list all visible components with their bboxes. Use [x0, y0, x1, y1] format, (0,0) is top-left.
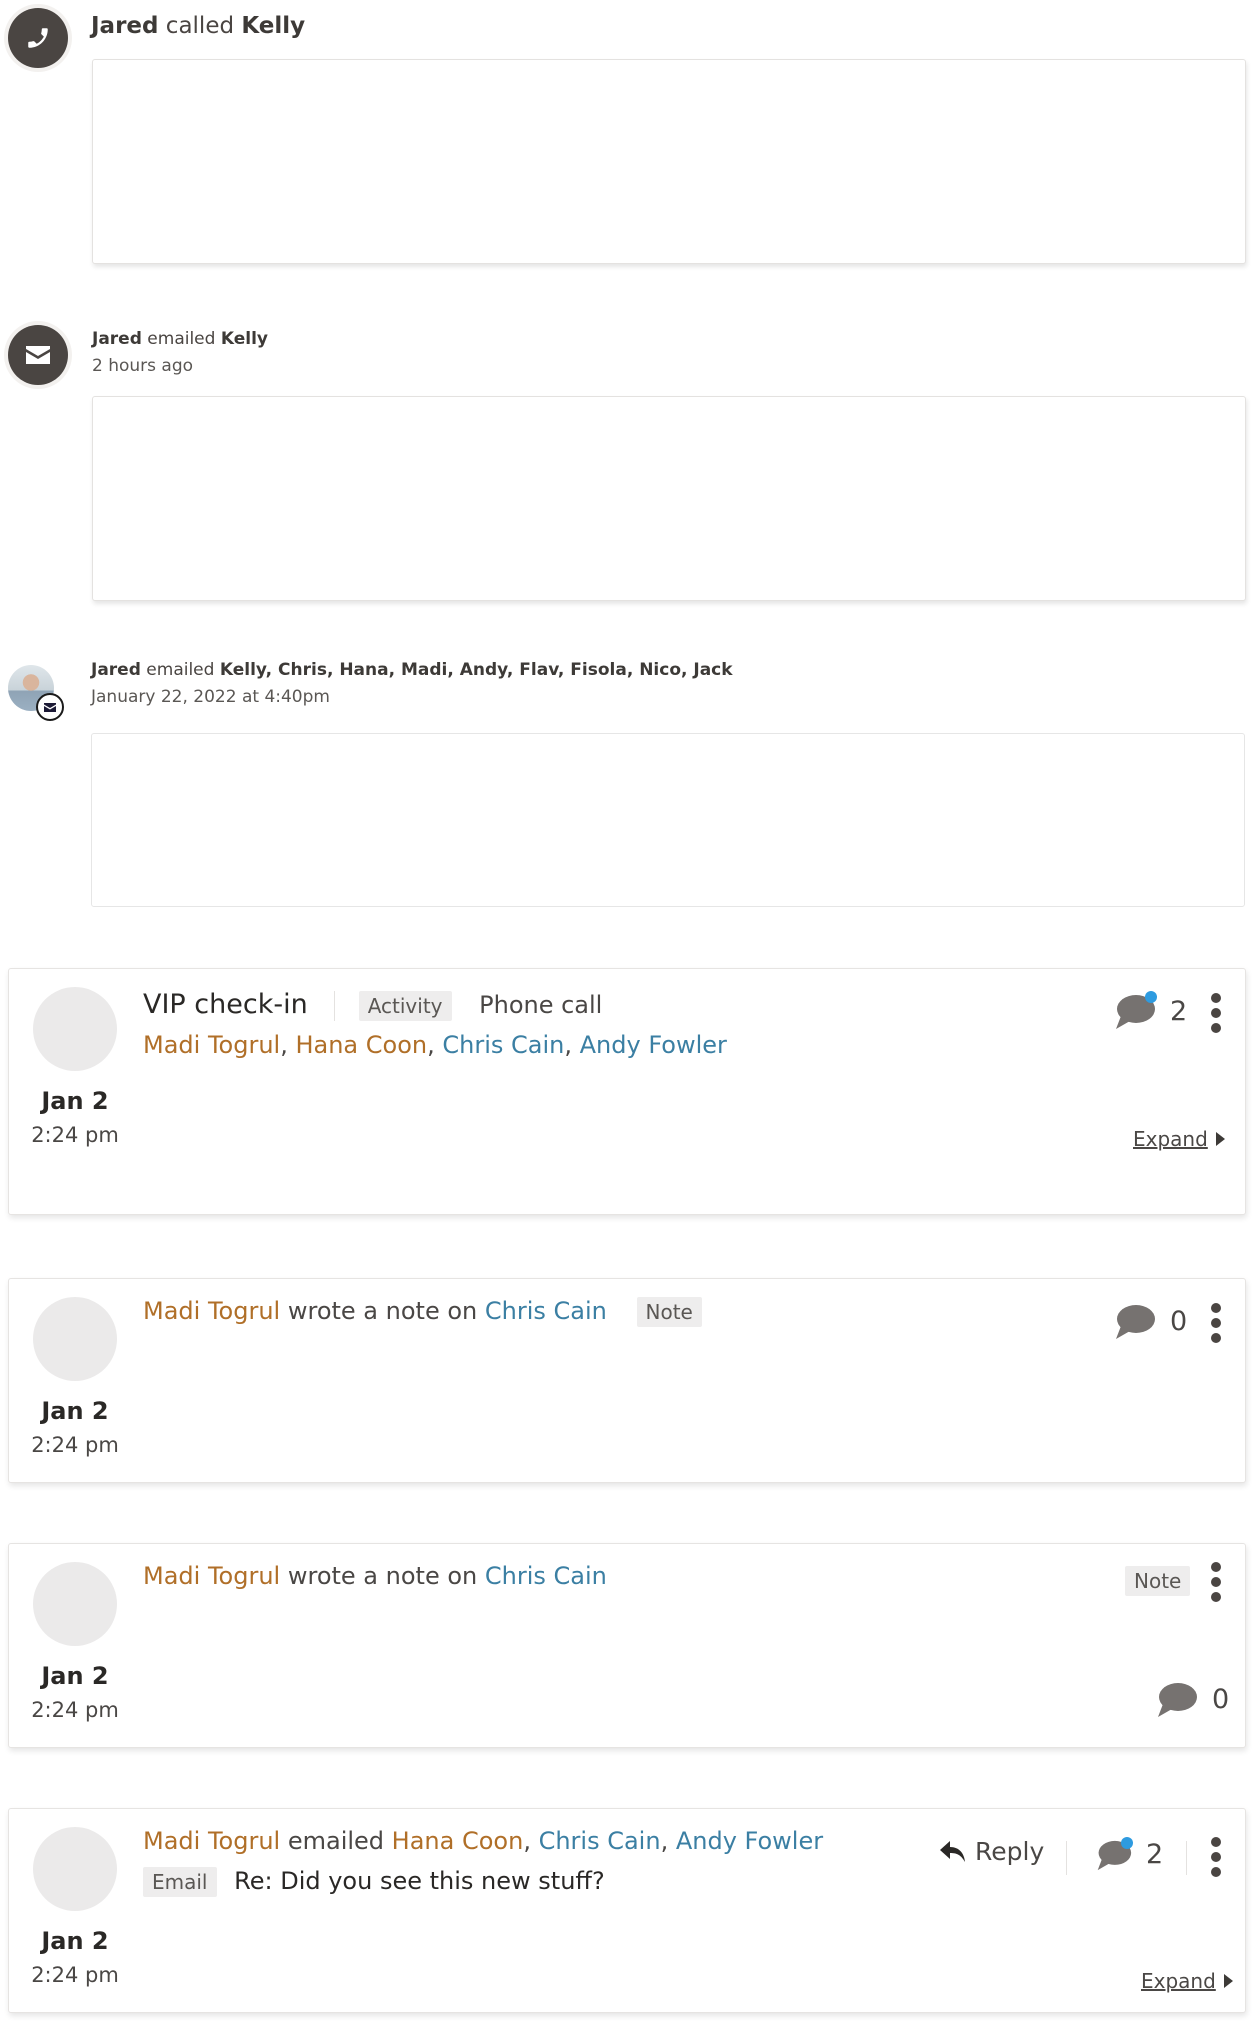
- more-options-icon[interactable]: [1209, 1303, 1223, 1343]
- caret-right-icon: [1215, 1132, 1225, 1146]
- comment-count: 0: [1170, 1305, 1188, 1337]
- author-link[interactable]: Madi Togrul: [143, 1562, 280, 1590]
- email-subject[interactable]: Re: Did you see this new stuff?: [234, 1867, 605, 1895]
- comment-bubble-icon: [1096, 1836, 1133, 1870]
- recipient-names[interactable]: Kelly, Chris, Hana, Madi, Andy, Flav, Fi…: [220, 660, 733, 680]
- expand-link[interactable]: Expand: [1141, 1969, 1233, 1993]
- participant-link[interactable]: Madi Togrul: [143, 1031, 280, 1059]
- action-verb: emailed: [147, 329, 216, 349]
- card-time: 2:24 pm: [31, 1698, 119, 1722]
- author-link[interactable]: Madi Togrul: [143, 1297, 280, 1325]
- divider: [333, 991, 335, 1021]
- card-header: VIP check-in Activity Phone call: [143, 989, 602, 1021]
- timestamp: January 22, 2022 at 4:40pm: [91, 687, 330, 707]
- avatar: [33, 1827, 117, 1911]
- card-time: 2:24 pm: [31, 1433, 119, 1457]
- author-link[interactable]: Madi Togrul: [143, 1827, 280, 1855]
- activity-subtype: Phone call: [479, 991, 603, 1019]
- phone-icon: [8, 8, 68, 68]
- actor-name[interactable]: Jared: [92, 329, 142, 349]
- actor-name[interactable]: Jared: [91, 13, 158, 39]
- recipient-link[interactable]: Andy Fowler: [676, 1827, 823, 1855]
- divider: [1066, 1841, 1067, 1875]
- unread-dot: [1145, 991, 1157, 1003]
- target-name[interactable]: Kelly: [221, 329, 268, 349]
- comment-bubble-icon: [1114, 991, 1157, 1029]
- target-name[interactable]: Kelly: [241, 13, 305, 39]
- call-content-box: [92, 59, 1246, 264]
- note-card[interactable]: Jan 2 2:24 pm Madi Togrul wrote a note o…: [8, 1278, 1246, 1483]
- envelope-badge-icon: [36, 693, 64, 721]
- comments-button[interactable]: 2: [1114, 991, 1188, 1029]
- action-verb: wrote a note on: [287, 1562, 478, 1590]
- email-header: Madi Togrul emailed Hana Coon, Chris Cai…: [143, 1827, 824, 1855]
- envelope-icon: [8, 325, 68, 385]
- action-verb: emailed: [146, 660, 215, 680]
- note-tag: Note: [1125, 1566, 1191, 1596]
- card-date: Jan 2: [41, 1397, 109, 1425]
- comments-button[interactable]: 0: [1114, 1304, 1188, 1339]
- activity-tag: Activity: [358, 991, 452, 1021]
- card-time: 2:24 pm: [31, 1963, 119, 1987]
- phone-glyph: [28, 28, 48, 48]
- participants: Madi Togrul, Hana Coon, Chris Cain, Andy…: [143, 1031, 727, 1059]
- activity-card[interactable]: Jan 2 2:24 pm VIP check-in Activity Phone…: [8, 968, 1246, 1215]
- subject-link[interactable]: Chris Cain: [485, 1297, 607, 1325]
- divider: [1186, 1841, 1187, 1875]
- timeline-item-title: Jared emailed Kelly, Chris, Hana, Madi, …: [91, 660, 733, 680]
- activity-title[interactable]: VIP check-in: [143, 989, 308, 1020]
- action-verb: emailed: [287, 1827, 385, 1855]
- email-tag: Email: [143, 1867, 217, 1897]
- card-date: Jan 2: [41, 1662, 109, 1690]
- more-options-icon[interactable]: [1209, 1562, 1223, 1602]
- avatar: [33, 987, 117, 1071]
- note-card[interactable]: Jan 2 2:24 pm Madi Togrul wrote a note o…: [8, 1543, 1246, 1748]
- comments-button[interactable]: 0: [1156, 1682, 1230, 1717]
- envelope-glyph: [44, 702, 56, 712]
- email-subject-row: Email Re: Did you see this new stuff?: [143, 1867, 605, 1897]
- caret-right-icon: [1223, 1974, 1233, 1988]
- action-verb: wrote a note on: [287, 1297, 478, 1325]
- participant-link[interactable]: Hana Coon: [295, 1031, 427, 1059]
- timestamp: 2 hours ago: [92, 356, 194, 376]
- subject-link[interactable]: Chris Cain: [485, 1562, 607, 1590]
- recipient-link[interactable]: Chris Cain: [539, 1827, 661, 1855]
- note-header: Madi Togrul wrote a note on Chris Cain N…: [143, 1297, 702, 1327]
- email-card[interactable]: Jan 2 2:24 pm Madi Togrul emailed Hana C…: [8, 1808, 1246, 2013]
- action-verb: called: [165, 13, 235, 39]
- email-content-box: [91, 733, 1245, 907]
- more-options-icon[interactable]: [1209, 993, 1223, 1033]
- note-header: Madi Togrul wrote a note on Chris Cain: [143, 1562, 607, 1590]
- note-tag: Note: [636, 1297, 702, 1327]
- card-time: 2:24 pm: [31, 1123, 119, 1147]
- reply-icon: [940, 1840, 965, 1862]
- avatar: [33, 1562, 117, 1646]
- reply-button[interactable]: Reply: [939, 1837, 1044, 1866]
- participant-link[interactable]: Chris Cain: [442, 1031, 564, 1059]
- timeline-item-title: Jared emailed Kelly: [92, 329, 268, 349]
- comment-count: 0: [1212, 1683, 1230, 1715]
- envelope-glyph: [26, 346, 50, 364]
- recipient-link[interactable]: Hana Coon: [392, 1827, 524, 1855]
- comment-bubble-icon: [1114, 1304, 1156, 1339]
- comments-button[interactable]: 2: [1096, 1836, 1164, 1870]
- comment-count: 2: [1170, 995, 1188, 1027]
- card-date: Jan 2: [41, 1087, 109, 1115]
- more-options-icon[interactable]: [1209, 1837, 1223, 1877]
- timeline-item-title: Jared called Kelly: [91, 13, 305, 39]
- card-date: Jan 2: [41, 1927, 109, 1955]
- comment-bubble-icon: [1156, 1682, 1198, 1717]
- comment-count: 2: [1146, 1839, 1164, 1870]
- email-content-box: [92, 396, 1246, 601]
- unread-dot: [1121, 1836, 1133, 1849]
- participant-link[interactable]: Andy Fowler: [580, 1031, 727, 1059]
- avatar: [33, 1297, 117, 1381]
- expand-link[interactable]: Expand: [1133, 1127, 1225, 1151]
- actor-name[interactable]: Jared: [91, 660, 141, 680]
